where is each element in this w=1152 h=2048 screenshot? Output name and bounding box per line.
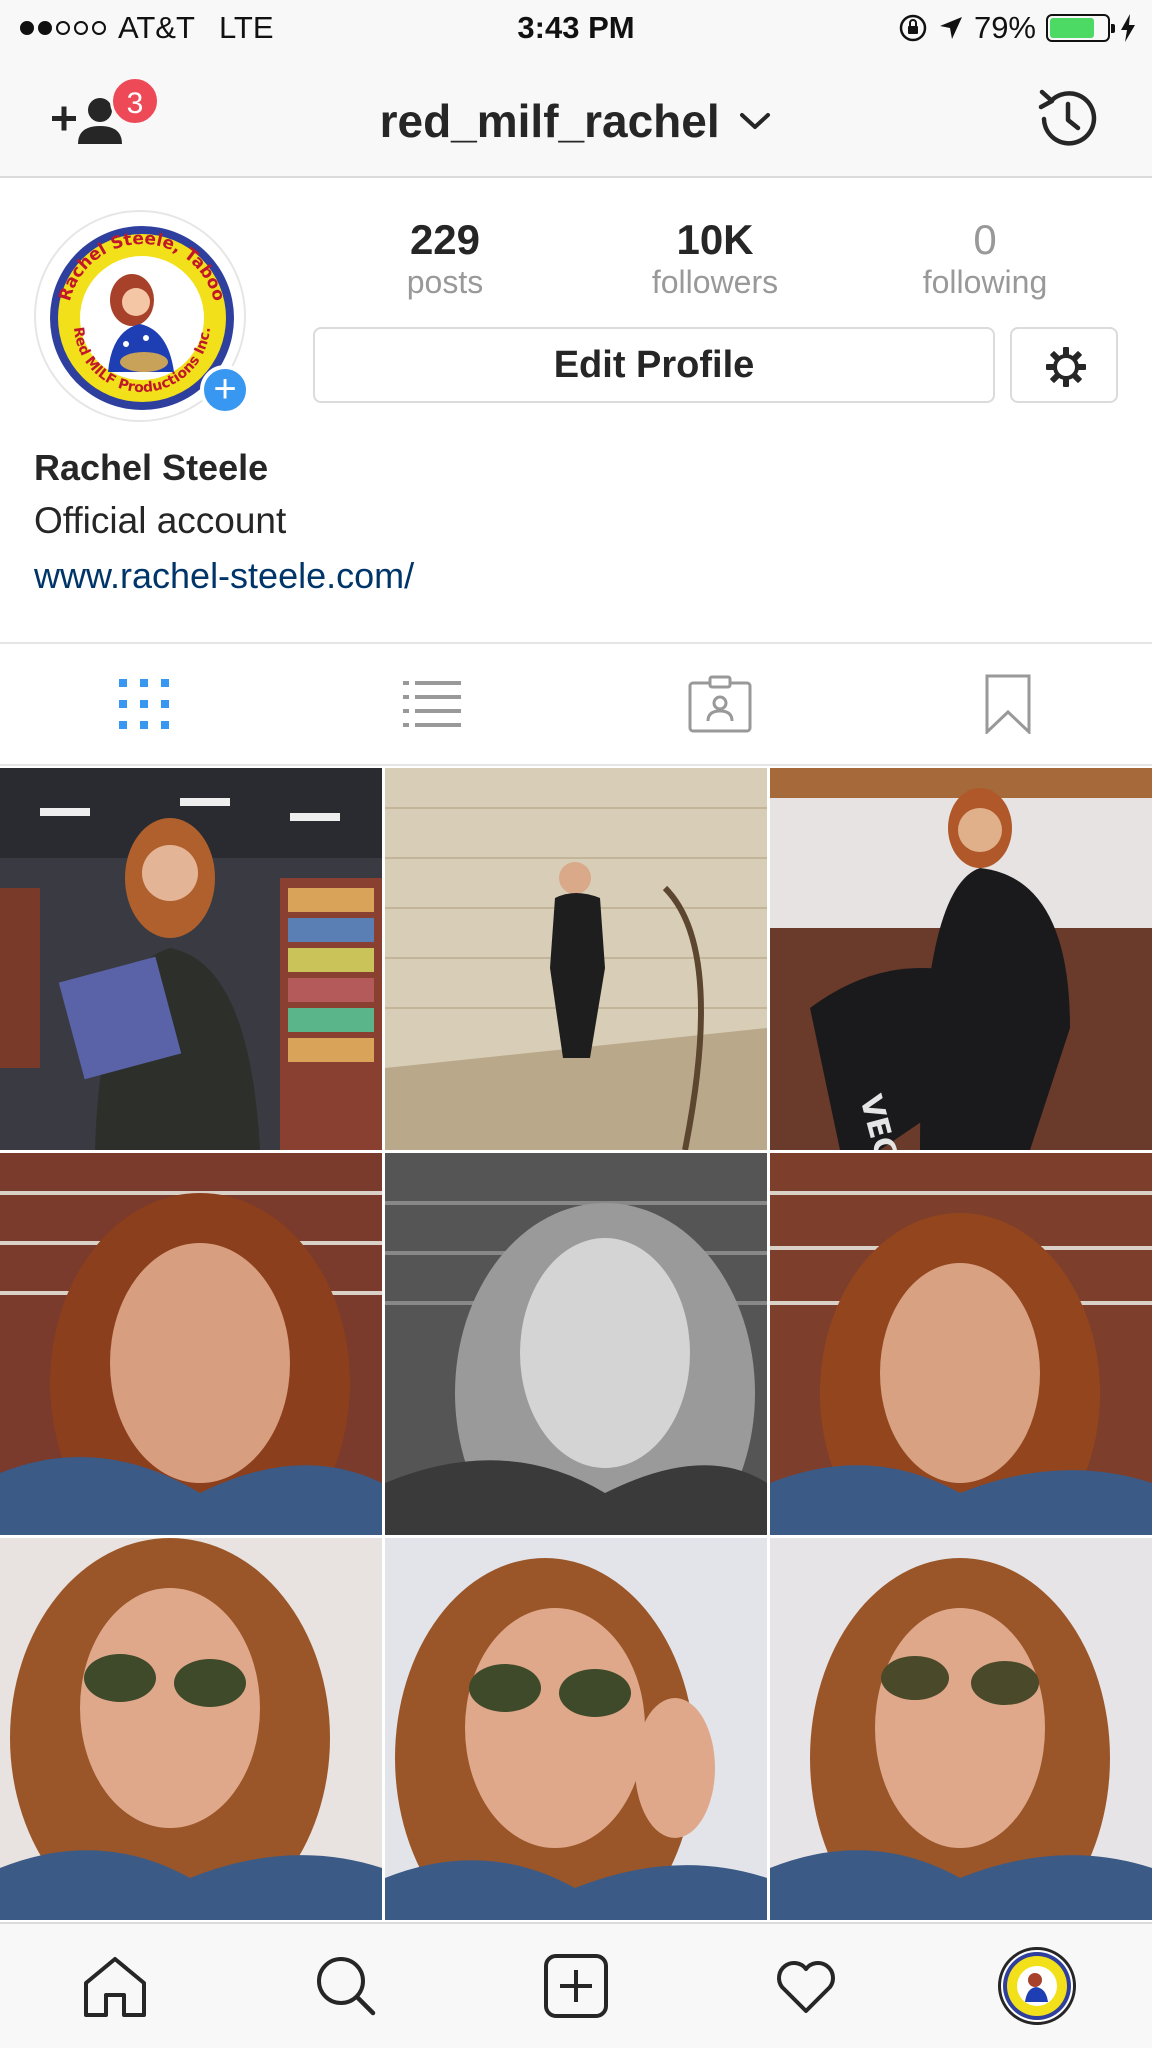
grid-photo[interactable] <box>770 1153 1152 1535</box>
posts-count: 229 <box>409 216 481 263</box>
posts-label: posts <box>406 264 484 300</box>
sunglasses-selfie-photo-3 <box>770 1538 1152 1920</box>
grid-photo[interactable] <box>0 768 382 1150</box>
selfie-brick-photo-2 <box>770 1153 1152 1535</box>
grid-photo[interactable] <box>0 1153 382 1535</box>
following-label: following <box>922 264 1048 300</box>
username-title: red_milf_rachel <box>379 94 720 147</box>
add-post-icon <box>544 1954 609 2018</box>
bottom-tab-bar <box>0 1922 1152 2048</box>
settings-button[interactable] <box>1010 327 1118 403</box>
tab-list-view[interactable] <box>288 644 576 764</box>
grid-photo[interactable] <box>0 1538 382 1920</box>
grid-photo[interactable] <box>385 1538 767 1920</box>
search-icon <box>316 1957 375 2016</box>
grid-photo[interactable] <box>385 768 767 1150</box>
sunglasses-selfie-photo-2 <box>385 1538 767 1920</box>
staircase-photo <box>385 768 767 1150</box>
tab-search[interactable] <box>230 1924 460 2048</box>
following-count: 0 <box>973 216 997 263</box>
battery-percent: 79% <box>973 10 1036 45</box>
tab-tagged-view[interactable] <box>576 644 864 764</box>
profile-view-tabs <box>0 642 1152 766</box>
profile-bio: Official account <box>34 500 287 541</box>
tab-home[interactable] <box>0 1924 230 2048</box>
profile-stats: 229 posts 10K followers 0 following <box>310 215 1120 299</box>
photo-grid: VEGAN <box>0 768 1152 1920</box>
profile-nav-bar: 3 red_milf_rachel <box>0 58 1152 178</box>
home-icon <box>84 1957 147 2017</box>
bookstore-photo <box>0 768 382 1150</box>
tab-saved-view[interactable] <box>864 644 1152 764</box>
heart-icon <box>777 1961 836 2013</box>
location-arrow-icon <box>939 17 962 39</box>
tab-grid-view[interactable] <box>0 644 288 764</box>
tab-profile[interactable] <box>922 1924 1152 2048</box>
account-switcher[interactable]: red_milf_rachel <box>0 90 1152 148</box>
grid-photo[interactable] <box>770 1538 1152 1920</box>
status-bar: AT&T LTE 3:43 PM 79% <box>0 0 1152 58</box>
edit-profile-button[interactable]: Edit Profile <box>313 327 995 403</box>
list-icon <box>403 681 461 727</box>
rotation-lock-icon <box>899 14 927 42</box>
tagged-user-icon <box>688 675 752 733</box>
followers-count: 10K <box>676 216 754 263</box>
bookmark-icon <box>985 674 1031 734</box>
grid-icon <box>119 679 169 729</box>
profile-avatar-icon <box>997 1947 1076 2025</box>
vegan-photo: VEGAN <box>770 768 1152 1150</box>
sunglasses-selfie-photo <box>0 1538 382 1920</box>
charging-bolt-icon <box>1121 14 1135 42</box>
profile-full-name: Rachel Steele <box>34 447 269 488</box>
add-story-button[interactable]: + <box>200 365 250 415</box>
chevron-down-icon <box>740 112 771 129</box>
followers-label: followers <box>651 264 779 300</box>
selfie-bw-photo <box>385 1153 767 1535</box>
tab-activity[interactable] <box>691 1924 921 2048</box>
gear-icon <box>1046 347 1086 387</box>
selfie-brick-photo <box>0 1153 382 1535</box>
archive-history-button[interactable] <box>1032 84 1102 154</box>
profile-website-link[interactable]: www.rachel-steele.com/ <box>34 555 414 597</box>
status-right: 79% <box>898 10 1136 46</box>
grid-photo[interactable]: VEGAN <box>770 768 1152 1150</box>
battery-icon <box>1046 14 1115 42</box>
history-icon <box>1038 89 1097 146</box>
following-stat[interactable]: 0 following <box>850 215 1120 299</box>
tab-new-post[interactable] <box>461 1924 691 2048</box>
grid-photo[interactable] <box>385 1153 767 1535</box>
plus-icon: + <box>213 367 237 411</box>
followers-stat[interactable]: 10K followers <box>580 215 850 299</box>
posts-stat[interactable]: 229 posts <box>310 215 580 299</box>
